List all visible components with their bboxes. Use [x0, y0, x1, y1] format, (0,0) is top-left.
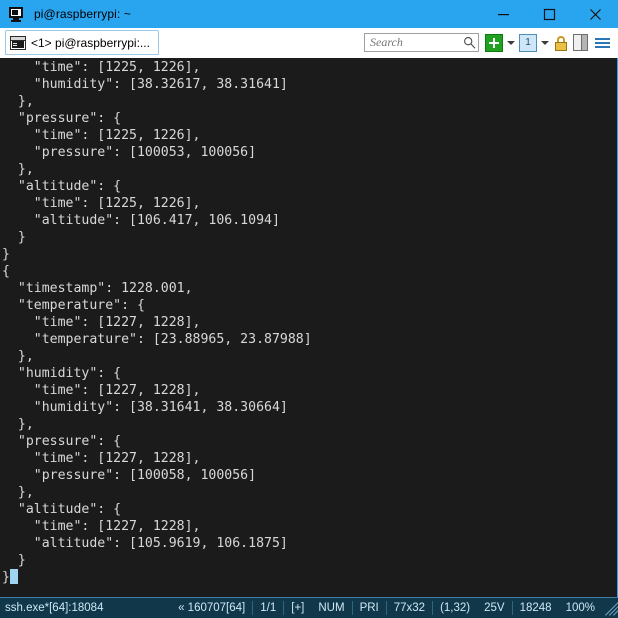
terminal-monitor-icon	[9, 6, 25, 22]
terminal-line: "time": [1227, 1228],	[2, 315, 201, 330]
terminal-line: "altitude": [105.9619, 106.1875]	[2, 536, 288, 551]
terminal-line: "pressure": {	[2, 111, 122, 126]
terminal-line: "time": [1227, 1228],	[2, 519, 201, 534]
tab-number-icon: 1	[519, 33, 537, 52]
search-box[interactable]	[364, 33, 479, 52]
status-expanded: [+]	[291, 602, 305, 614]
minimize-icon	[497, 13, 509, 15]
new-session-dropdown[interactable]	[505, 34, 516, 52]
terminal-line: "altitude": [106.417, 106.1094]	[2, 213, 280, 228]
terminal-line: },	[2, 94, 34, 109]
status-bar: ssh.exe*[64]:18084 « 160707[64] 1/1 [+] …	[0, 597, 618, 618]
status-bytes: 18248	[519, 602, 552, 614]
minimize-button[interactable]	[480, 0, 526, 28]
terminal-line: "pressure": {	[2, 434, 122, 449]
new-session-button[interactable]	[485, 33, 505, 52]
terminal-output[interactable]: "time": [1225, 1226], "humidity": [38.32…	[0, 58, 617, 597]
tab-label: <1> pi@raspberrypi:...	[31, 35, 150, 50]
side-panel-icon	[573, 34, 588, 51]
chevron-down-icon	[506, 40, 515, 45]
status-process: ssh.exe*[64]:18084	[5, 602, 104, 614]
terminal-line: {	[2, 264, 10, 279]
status-session: « 160707[64]	[178, 602, 246, 614]
resize-grip[interactable]	[604, 599, 618, 617]
status-zoom[interactable]: 100%	[559, 602, 602, 614]
lock-icon	[553, 34, 569, 52]
close-button[interactable]	[572, 0, 618, 28]
menu-button[interactable]	[594, 34, 618, 51]
terminal-line: }	[2, 230, 26, 245]
maximize-button[interactable]	[526, 0, 572, 28]
status-size: 77x32	[393, 602, 426, 614]
title-bar[interactable]: pi@raspberrypi: ~	[0, 0, 618, 28]
terminal-line: "time": [1225, 1226],	[2, 128, 201, 143]
tab-toolbar: <1> pi@raspberrypi:... 1	[0, 28, 618, 58]
tab-number-label: 1	[525, 36, 531, 48]
tab-switch-button[interactable]: 1	[519, 33, 539, 52]
terminal-line: "humidity": {	[2, 366, 122, 381]
terminal-line: }	[2, 553, 26, 568]
terminal-line: },	[2, 349, 34, 364]
terminal-line: }	[0, 569, 617, 586]
status-position: (1,32)	[440, 602, 471, 614]
terminal-area: "time": [1225, 1226], "humidity": [38.32…	[0, 58, 618, 597]
terminal-line: "time": [1225, 1226],	[2, 60, 201, 75]
terminal-line: },	[2, 485, 34, 500]
terminal-line: "pressure": [100053, 100056]	[2, 145, 257, 160]
status-pages: 1/1	[260, 602, 277, 614]
chevron-down-icon	[540, 40, 549, 45]
terminal-line: "altitude": {	[2, 502, 122, 517]
terminal-line: "pressure": [100058, 100056]	[2, 468, 257, 483]
terminal-line: "humidity": [38.32617, 38.31641]	[2, 77, 288, 92]
tab-switch-dropdown[interactable]	[539, 34, 550, 52]
terminal-line: "altitude": {	[2, 179, 122, 194]
terminal-window: pi@raspberrypi: ~ <1> pi@raspberrypi:...	[0, 0, 618, 618]
console-icon	[10, 35, 26, 50]
terminal-line: "time": [1225, 1226],	[2, 196, 201, 211]
magnifier-icon	[460, 36, 478, 49]
maximize-icon	[543, 8, 555, 20]
green-plus-icon	[485, 33, 503, 52]
terminal-line: "humidity": [38.31641, 38.30664]	[2, 400, 288, 415]
terminal-line: },	[2, 162, 34, 177]
terminal-line: "time": [1227, 1228],	[2, 451, 201, 466]
toggle-panel-button[interactable]	[573, 34, 594, 51]
status-voltage: 25V	[484, 602, 505, 614]
terminal-line: "time": [1227, 1228],	[2, 383, 201, 398]
hamburger-menu-icon	[594, 34, 611, 51]
close-icon	[589, 8, 601, 20]
tab-session-1[interactable]: <1> pi@raspberrypi:...	[5, 30, 159, 55]
terminal-line: }	[2, 247, 10, 262]
search-input[interactable]	[365, 35, 460, 50]
status-priority: PRI	[359, 602, 379, 614]
terminal-line: "timestamp": 1228.001,	[2, 281, 193, 296]
lock-button[interactable]	[553, 34, 573, 52]
status-numlock: NUM	[318, 602, 345, 614]
terminal-line: },	[2, 417, 34, 432]
terminal-cursor	[9, 569, 18, 584]
terminal-line: "temperature": {	[2, 298, 145, 313]
terminal-line: "temperature": [23.88965, 23.87988]	[2, 332, 312, 347]
window-title: pi@raspberrypi: ~	[34, 7, 131, 21]
